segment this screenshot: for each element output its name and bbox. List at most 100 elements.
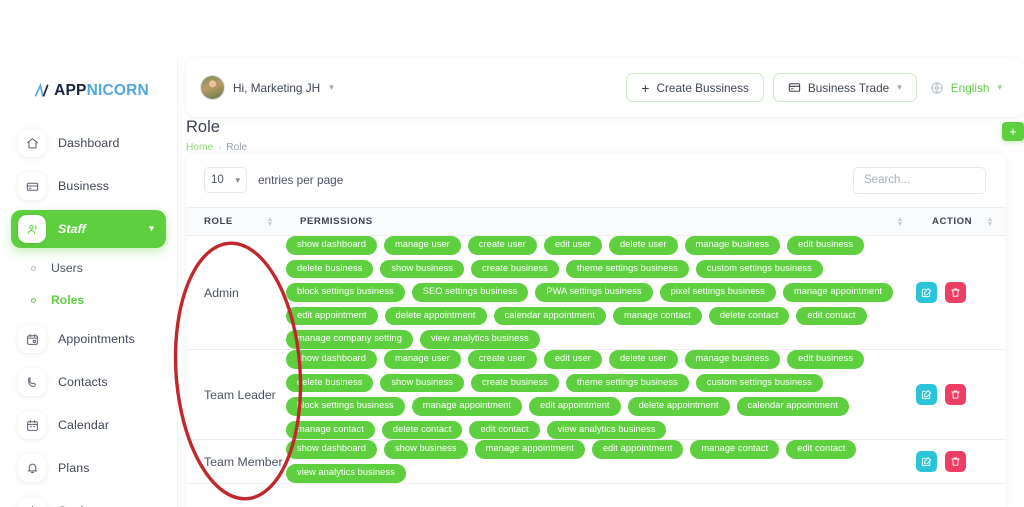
sidebar-item-business[interactable]: Business	[11, 167, 166, 205]
sidebar-subitem-label: Users	[51, 261, 83, 275]
search-input[interactable]	[853, 166, 986, 194]
permission-badge: delete user	[608, 236, 678, 255]
permission-badge: show business	[380, 373, 464, 393]
permission-badge: view analytics business	[286, 464, 406, 483]
delete-role-button[interactable]	[945, 282, 966, 304]
permissions-cell: show dashboard manage user create user edit…	[286, 349, 916, 441]
user-menu[interactable]: Hi, Marketing JH ▾	[200, 75, 334, 100]
logo-text-secondary: NICORN	[86, 82, 149, 99]
app-logo[interactable]: APPNICORN	[0, 68, 177, 114]
sort-icon[interactable]: ▲ ▼	[267, 216, 274, 228]
permission-badge: create business	[471, 259, 559, 279]
trash-icon	[950, 456, 961, 467]
action-cell	[916, 349, 1006, 441]
gear-icon	[18, 497, 46, 507]
business-trade-button[interactable]: Business Trade ▾	[772, 73, 917, 102]
permission-badge: edit contact	[786, 440, 857, 460]
column-header-role[interactable]: ROLE ▲ ▼	[186, 207, 286, 236]
permission-badge: delete appointment	[627, 397, 730, 416]
bullet-icon	[31, 265, 36, 271]
sort-icon[interactable]: ▲ ▼	[897, 216, 904, 228]
edit-role-button[interactable]	[916, 451, 937, 473]
column-header-permissions-label: PERMISSIONS	[300, 216, 373, 227]
role-name: Team Member	[204, 454, 283, 469]
permission-badge: edit contact	[469, 420, 540, 440]
sidebar-item-label: Appointments	[58, 332, 135, 346]
users-icon	[18, 215, 46, 243]
permission-badge: edit business	[787, 350, 865, 369]
permission-badge: manage user	[383, 350, 461, 369]
permission-badge: manage contact	[690, 440, 780, 460]
permission-badge: custom settings business	[695, 373, 823, 393]
table-header-row: ROLE ▲ ▼ PERMISSIONS ▲ ▼ ACTION ▲ ▼	[186, 207, 1006, 236]
permission-badge: theme settings business	[565, 259, 689, 279]
sort-icon[interactable]: ▲ ▼	[987, 216, 994, 228]
delete-role-button[interactable]	[945, 384, 966, 406]
entries-per-page-select[interactable]: 10 ▾	[204, 167, 247, 193]
permission-badge-list: show dashboard manage user create user edit…	[286, 236, 916, 350]
permission-badge: theme settings business	[565, 373, 689, 393]
sidebar-item-calendar[interactable]: Calendar	[11, 406, 166, 444]
language-selector[interactable]: English ▾	[926, 73, 1008, 102]
column-header-permissions[interactable]: PERMISSIONS ▲ ▼	[286, 207, 916, 236]
permission-badge: show dashboard	[286, 350, 377, 369]
sidebar-item-roles[interactable]: Roles	[11, 285, 166, 315]
trash-icon	[950, 389, 961, 400]
language-label: English	[950, 80, 990, 95]
permission-badge: custom settings business	[695, 259, 823, 279]
avatar	[200, 75, 225, 100]
action-buttons	[916, 282, 1006, 304]
permission-badge: edit user	[543, 350, 602, 369]
breadcrumb-current: Role	[226, 141, 248, 153]
permission-badge: pixel settings business	[659, 283, 776, 302]
permissions-cell: show dashboard show business manage appoin…	[286, 439, 916, 484]
entries-per-page-value: 10	[211, 174, 224, 186]
action-cell	[916, 235, 1006, 351]
permission-badge: manage contact	[612, 306, 702, 326]
sidebar-item-settings[interactable]: Settings	[11, 492, 166, 507]
permission-badge: edit business	[787, 236, 865, 255]
edit-role-button[interactable]	[916, 384, 937, 406]
action-buttons	[916, 451, 1006, 473]
permission-badge: delete appointment	[384, 306, 487, 326]
sidebar-item-users[interactable]: Users	[11, 253, 166, 283]
sidebar-item-dashboard[interactable]: Dashboard	[11, 124, 166, 162]
chevron-down-icon: ▾	[235, 174, 240, 185]
sidebar-item-staff[interactable]: Staff ▾	[11, 210, 166, 248]
sidebar-item-contacts[interactable]: Contacts	[11, 363, 166, 401]
permission-badge: show dashboard	[286, 440, 377, 460]
app-root: APPNICORN Dashboard Business Staff ▾ Use…	[0, 0, 1024, 507]
permission-badge: create business	[471, 373, 559, 393]
add-role-button[interactable]: +	[1002, 122, 1024, 141]
permission-badge: create user	[467, 236, 537, 255]
briefcase-icon	[18, 172, 46, 200]
sidebar-item-label: Dashboard	[58, 136, 120, 150]
phone-icon	[18, 368, 46, 396]
sidebar-item-plans[interactable]: Plans	[11, 449, 166, 487]
globe-icon	[930, 81, 944, 95]
permission-badge: edit contact	[796, 306, 867, 326]
role-name-cell: Team Member	[186, 439, 286, 484]
create-business-button[interactable]: + Create Bussiness	[626, 73, 764, 102]
breadcrumb-home-link[interactable]: Home	[186, 142, 213, 153]
column-header-action[interactable]: ACTION ▲ ▼	[916, 207, 1006, 236]
permission-badge: manage appointment	[474, 440, 585, 460]
pencil-square-icon	[921, 389, 932, 400]
permission-badge: calendar appointment	[493, 306, 606, 326]
entries-per-page-label: entries per page	[258, 173, 344, 187]
page-title: Role	[186, 118, 220, 136]
column-header-action-label: ACTION	[932, 216, 973, 227]
chevron-down-icon: ▾	[148, 223, 154, 235]
permission-badge: edit appointment	[529, 397, 621, 416]
permission-badge-list: show dashboard manage user create user edit…	[286, 350, 916, 440]
business-trade-label: Business Trade	[807, 80, 890, 95]
delete-role-button[interactable]	[945, 451, 966, 473]
table-body: Admin show dashboard manage user create use…	[186, 235, 1006, 484]
sidebar-item-appointments[interactable]: Appointments	[11, 320, 166, 358]
permission-badge: create user	[467, 350, 537, 369]
edit-role-button[interactable]	[916, 282, 937, 304]
role-name-cell: Admin	[186, 235, 286, 351]
permission-badge: show business	[380, 259, 464, 279]
column-header-role-label: ROLE	[204, 216, 233, 227]
permission-badge: show dashboard	[286, 236, 377, 255]
